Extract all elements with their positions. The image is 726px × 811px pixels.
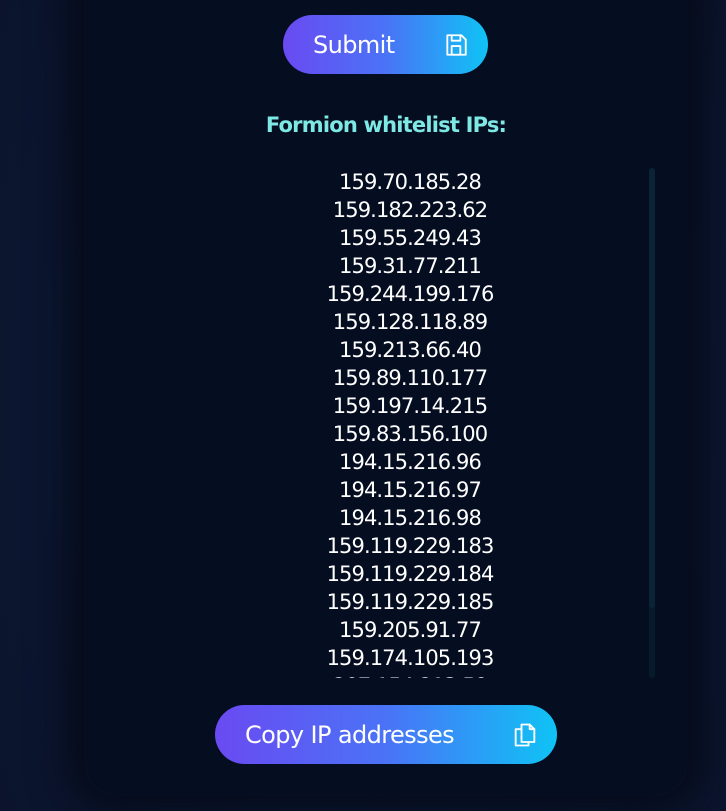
ip-list-item: 159.119.229.183 <box>326 534 495 558</box>
ip-list: 159.70.185.28 159.182.223.62 159.55.249.43… <box>160 168 660 678</box>
ip-list-item: 159.83.156.100 <box>332 422 488 446</box>
copy-button-label: Copy IP addresses <box>245 720 455 749</box>
submit-button-label: Submit <box>313 30 395 59</box>
ip-list-item: 159.70.185.28 <box>339 170 482 194</box>
ip-list-item: 207.154.213.59 <box>160 672 660 678</box>
ip-list-item: 194.15.216.96 <box>339 450 482 474</box>
ip-list-item: 159.128.118.89 <box>332 310 488 334</box>
ip-list-item: 159.89.110.177 <box>332 366 488 390</box>
ip-list-item: 194.15.216.97 <box>339 478 482 502</box>
whitelist-title: Formion whitelist IPs: <box>265 113 507 137</box>
ip-list-item: 159.197.14.215 <box>332 394 488 418</box>
ip-list-item: 159.244.199.176 <box>326 282 495 306</box>
ip-list-container[interactable]: 159.70.185.28 159.182.223.62 159.55.249.43… <box>160 168 660 678</box>
ip-list-scrollbar[interactable] <box>649 168 655 678</box>
ip-list-item: 159.55.249.43 <box>339 226 482 250</box>
ip-list-item: 159.174.105.193 <box>326 646 495 670</box>
copy-ip-addresses-button[interactable]: Copy IP addresses <box>215 705 557 764</box>
ip-list-item: 159.182.223.62 <box>332 198 488 222</box>
ip-list-item: 159.31.77.211 <box>339 254 482 278</box>
ip-list-item: 194.15.216.98 <box>339 506 482 530</box>
scrollbar-thumb[interactable] <box>649 168 655 608</box>
floppy-disk-icon <box>442 31 470 59</box>
copy-icon <box>511 721 539 749</box>
ip-list-item: 159.119.229.185 <box>326 590 495 614</box>
submit-button[interactable]: Submit <box>283 15 488 74</box>
ip-list-item: 159.213.66.40 <box>339 338 482 362</box>
ip-list-item: 159.205.91.77 <box>339 618 482 642</box>
ip-list-item: 159.119.229.184 <box>326 562 495 586</box>
